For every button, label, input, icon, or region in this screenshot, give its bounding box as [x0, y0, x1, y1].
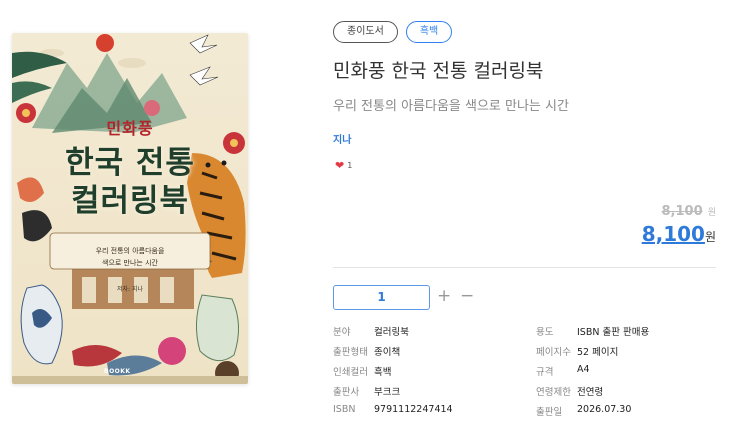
- book-cover-image[interactable]: 민화풍 한국 전통 컬러링북 우리 전통의 아름다움을 색으로 만나는 시간 저…: [12, 33, 248, 384]
- spec-row: 분야 컬러링북 용도 ISBN 출판 판매용: [333, 324, 723, 344]
- like-count: 1: [347, 161, 353, 170]
- sale-price-value: 8,100: [641, 222, 705, 246]
- cover-illustration: [12, 33, 248, 384]
- spec-value: ISBN 출판 판매용: [577, 327, 650, 338]
- original-price: 8,100 원: [662, 200, 717, 219]
- product-tags: 종이도서 흑백: [333, 21, 453, 43]
- sale-price: 8,100원: [642, 222, 716, 246]
- spec-value: 52 페이지: [577, 347, 619, 358]
- spec-label: 규격: [536, 367, 554, 378]
- spec-row: ISBN 9791112247414 출판일 2026.07.30: [333, 404, 723, 424]
- tag-paper-book[interactable]: 종이도서: [333, 21, 398, 43]
- spec-value: 2026.07.30: [577, 404, 632, 415]
- spec-value: 종이책: [374, 347, 401, 358]
- spec-value: 흑백: [374, 367, 392, 378]
- spec-value: 컬러링북: [374, 327, 409, 338]
- section-divider: [333, 267, 716, 268]
- spec-value: 전연령: [577, 387, 604, 398]
- spec-label: ISBN: [333, 404, 356, 415]
- spec-value: 9791112247414: [374, 404, 453, 415]
- product-subtitle: 우리 전통의 아름다움을 색으로 만나는 시간: [333, 99, 569, 114]
- quantity-input[interactable]: 1: [333, 285, 430, 310]
- author-link[interactable]: 지나: [333, 131, 351, 146]
- spec-value: A4: [577, 364, 590, 375]
- heart-icon: ❤: [335, 159, 345, 172]
- sale-price-unit: 원: [704, 230, 716, 244]
- original-price-unit: 원: [707, 208, 716, 218]
- spec-label: 출판형태: [333, 347, 368, 358]
- original-price-value: 8,100: [661, 204, 703, 219]
- spec-label: 출판일: [536, 407, 563, 418]
- spec-label: 연령제한: [536, 387, 571, 398]
- spec-row: 출판형태 종이책 페이지수 52 페이지: [333, 344, 723, 364]
- spec-label: 출판사: [333, 387, 360, 398]
- quantity-plus-button[interactable]: +: [437, 284, 451, 309]
- spec-value: 부크크: [374, 387, 401, 398]
- spec-row: 출판사 부크크 연령제한 전연령: [333, 384, 723, 404]
- tag-black-white[interactable]: 흑백: [405, 21, 453, 43]
- spec-label: 분야: [333, 327, 351, 338]
- spec-row: 인쇄컬러 흑백 규격 A4: [333, 364, 723, 384]
- quantity-minus-button[interactable]: −: [460, 284, 474, 309]
- spec-label: 용도: [536, 327, 554, 338]
- product-title: 민화풍 한국 전통 컬러링북: [333, 60, 544, 82]
- spec-label: 페이지수: [536, 347, 571, 358]
- like-button[interactable]: ❤ 1: [335, 160, 352, 171]
- spec-label: 인쇄컬러: [333, 367, 368, 378]
